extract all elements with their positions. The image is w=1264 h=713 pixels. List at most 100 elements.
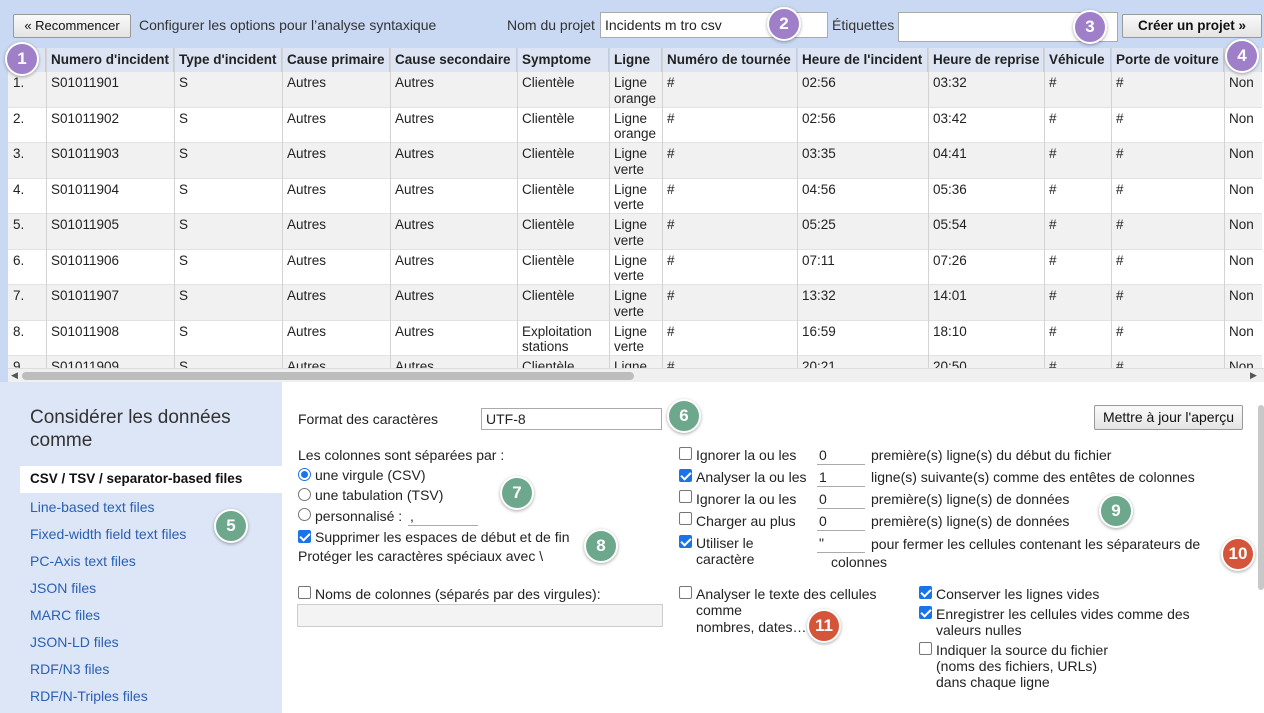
header-lines-input[interactable]: 1 xyxy=(817,467,865,487)
keep-blank-rows-checkbox[interactable] xyxy=(919,586,932,599)
column-header[interactable]: Porte de voiture xyxy=(1111,48,1224,72)
header-lines-checkbox[interactable] xyxy=(679,469,692,482)
table-cell-x: Non xyxy=(1229,288,1254,303)
table-cell-porte: # xyxy=(1116,323,1124,339)
format-item[interactable]: MARC files xyxy=(30,607,100,623)
skip-rows-input[interactable]: 0 xyxy=(817,489,865,509)
table-cell-id: S01011908 xyxy=(51,323,120,339)
column-header[interactable]: Numero d'incident xyxy=(46,48,174,72)
create-project-button[interactable]: Créer un projet » xyxy=(1122,14,1262,38)
include-source-checkbox[interactable] xyxy=(919,642,932,655)
table-cell-hi: 02:56 xyxy=(802,75,836,90)
table-cell-ligne: Ligne verte xyxy=(614,288,648,319)
ignore-lines-label: Ignorer la ou les xyxy=(696,447,797,463)
table-cell-tour: # xyxy=(667,359,675,368)
table-cell-porte: # xyxy=(1116,181,1124,197)
format-item[interactable]: RDF/N-Triples files xyxy=(30,688,148,704)
marker-badge-2: 2 xyxy=(767,7,801,41)
escape-label: Protéger les caractères spéciaux avec \ xyxy=(298,548,544,564)
column-divider xyxy=(609,48,610,368)
restart-button[interactable]: « Recommencer xyxy=(13,14,131,38)
column-divider xyxy=(390,48,391,368)
table-cell-ligne: Ligne verte xyxy=(614,252,648,284)
sep-csv-label: une virgule (CSV) xyxy=(315,467,426,483)
table-cell-c1: Autres xyxy=(287,75,327,90)
limit-rows-input[interactable]: 0 xyxy=(817,511,865,531)
column-header[interactable]: Ligne xyxy=(609,48,662,72)
format-item[interactable]: PC-Axis text files xyxy=(30,553,136,569)
marker-badge-8: 8 xyxy=(584,529,618,563)
table-cell-sym: Clientèle xyxy=(522,288,575,303)
column-names-input[interactable] xyxy=(297,604,663,627)
column-names-checkbox[interactable] xyxy=(298,586,311,599)
table-cell-type: S xyxy=(179,110,189,126)
quote-label-1: Utiliser le xyxy=(696,535,754,551)
update-preview-button[interactable]: Mettre à jour l'aperçu xyxy=(1094,405,1243,430)
table-cell-id: S01011902 xyxy=(51,110,120,126)
column-header[interactable]: Symptome xyxy=(517,48,609,72)
table-cell-x: Non xyxy=(1229,181,1254,197)
table-cell-sym: Exploitation stations xyxy=(522,323,592,355)
table-row: 9. S01011909 S Autres Autres Clientèle Ligne #2… xyxy=(8,356,1262,368)
marker-badge-10: 10 xyxy=(1221,537,1255,571)
sep-custom-radio[interactable] xyxy=(298,508,311,521)
horizontal-scrollbar[interactable]: ◀ ▶ xyxy=(8,368,1264,382)
table-cell-x: Non xyxy=(1229,252,1254,268)
table-row: 1. S01011901 S Autres Autres Clientèle Ligne o… xyxy=(8,72,1262,108)
column-header[interactable]: Heure de reprise xyxy=(928,48,1044,72)
table-cell-hi: 05:25 xyxy=(802,217,836,232)
table-cell-id: S01011901 xyxy=(51,75,120,90)
options-scrollbar[interactable] xyxy=(1258,405,1264,590)
preview-grid: Numero d'incident Type d'incident Cause pr… xyxy=(8,48,1262,368)
table-cell-c2: Autres xyxy=(395,323,435,339)
scrollbar-thumb[interactable] xyxy=(22,372,634,380)
format-item[interactable]: Line-based text files xyxy=(30,499,155,515)
column-header[interactable]: Cause secondaire xyxy=(390,48,517,72)
column-divider xyxy=(174,48,175,368)
parse-cells-checkbox[interactable] xyxy=(679,586,692,599)
format-item[interactable]: JSON files xyxy=(30,580,96,596)
store-null-checkbox[interactable] xyxy=(919,606,932,619)
column-header[interactable]: Véhicule xyxy=(1044,48,1111,72)
column-header[interactable]: Cause primaire xyxy=(282,48,390,72)
scroll-right-icon[interactable]: ▶ xyxy=(1250,370,1257,381)
format-panel: Considérer les données comme CSV / TSV /… xyxy=(0,382,282,713)
sep-custom-input[interactable]: , xyxy=(408,506,478,526)
table-cell-c1: Autres xyxy=(287,359,327,368)
format-item[interactable]: RDF/N3 files xyxy=(30,661,109,677)
table-cell-c1: Autres xyxy=(287,146,327,161)
ignore-lines-input[interactable]: 0 xyxy=(817,445,865,465)
format-item[interactable]: Fixed-width field text files xyxy=(30,526,186,542)
quote-char-input[interactable]: " xyxy=(817,533,865,553)
format-item[interactable]: JSON-LD files xyxy=(30,634,119,650)
table-cell-sym: Clientèle xyxy=(522,75,575,90)
parse-cells-label-2: comme xyxy=(696,602,742,618)
table-cell-veh: # xyxy=(1049,146,1057,161)
column-divider xyxy=(1044,48,1045,368)
column-header[interactable]: Type d'incident xyxy=(174,48,282,72)
scroll-left-icon[interactable]: ◀ xyxy=(11,370,18,381)
limit-rows-checkbox[interactable] xyxy=(679,512,692,525)
sep-tsv-radio[interactable] xyxy=(298,488,311,501)
table-cell-tour: # xyxy=(667,75,675,90)
encoding-input[interactable]: UTF-8 xyxy=(481,408,662,430)
table-row: 3. S01011903 S Autres Autres Clientèle Ligne v… xyxy=(8,143,1262,179)
skip-rows-checkbox[interactable] xyxy=(679,490,692,503)
table-cell-c2: Autres xyxy=(395,288,435,303)
marker-badge-11: 11 xyxy=(807,609,841,643)
column-header[interactable]: Heure de l'incident xyxy=(797,48,928,72)
sep-csv-radio[interactable] xyxy=(298,468,311,481)
quote-checkbox[interactable] xyxy=(679,535,692,548)
trim-checkbox[interactable] xyxy=(298,530,311,543)
format-item-csv[interactable]: CSV / TSV / separator-based files xyxy=(20,466,282,493)
table-row: 5. S01011905 S Autres Autres Clientèle Ligne v… xyxy=(8,214,1262,250)
marker-badge-9: 9 xyxy=(1099,494,1133,528)
ignore-lines-checkbox[interactable] xyxy=(679,447,692,460)
table-cell-c1: Autres xyxy=(287,288,327,303)
table-cell-id: S01011904 xyxy=(51,181,120,197)
table-cell-tour: # xyxy=(667,288,675,303)
table-cell-hr: 04:41 xyxy=(933,146,967,161)
data-preview: Numero d'incident Type d'incident Cause pr… xyxy=(0,48,1264,382)
column-header[interactable]: Numéro de tournée xyxy=(662,48,797,72)
table-cell-id: S01011906 xyxy=(51,252,120,268)
